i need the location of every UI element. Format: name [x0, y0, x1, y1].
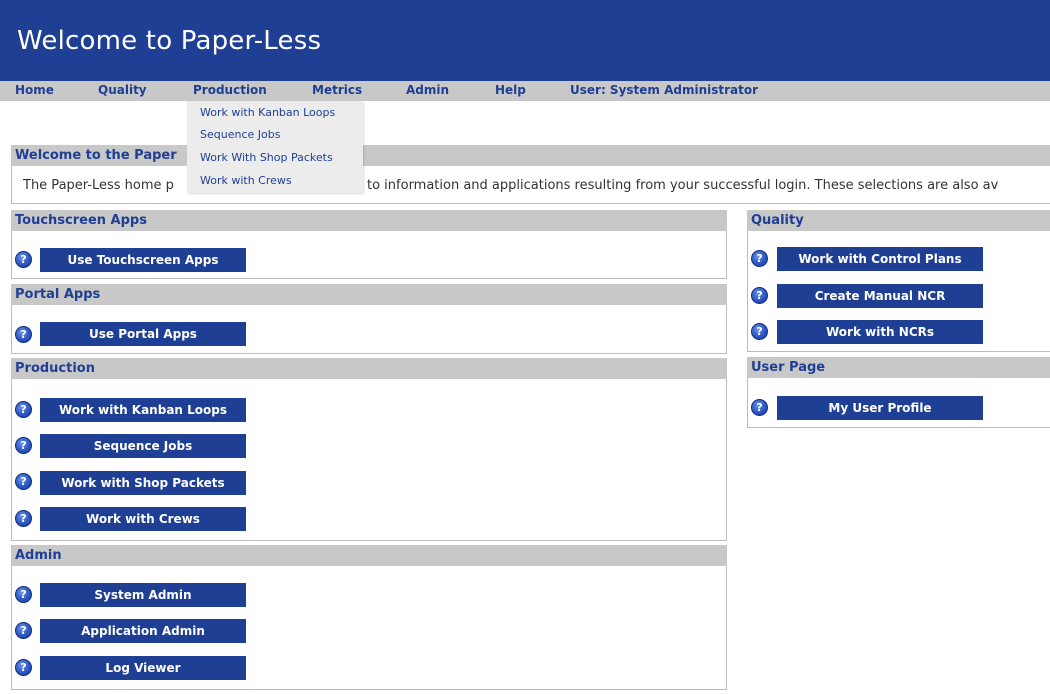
help-icon[interactable]: ? — [15, 586, 32, 603]
admin-header: Admin — [11, 545, 727, 566]
help-icon[interactable]: ? — [15, 326, 32, 343]
nav-home[interactable]: Home — [15, 81, 54, 101]
help-icon[interactable]: ? — [751, 399, 768, 416]
help-icon[interactable]: ? — [15, 251, 32, 268]
work-with-shop-packets-button[interactable]: Work with Shop Packets — [40, 471, 246, 495]
app-title: Welcome to Paper-Less — [17, 26, 322, 56]
welcome-text-end: to information and applications resultin… — [367, 178, 999, 193]
help-icon[interactable]: ? — [15, 659, 32, 676]
help-icon[interactable]: ? — [751, 287, 768, 304]
system-admin-button[interactable]: System Admin — [40, 583, 246, 607]
nav-quality[interactable]: Quality — [98, 81, 147, 101]
portal-apps-header: Portal Apps — [11, 284, 727, 305]
application-admin-button[interactable]: Application Admin — [40, 619, 246, 643]
work-with-ncrs-button[interactable]: Work with NCRs — [777, 320, 983, 344]
dropdown-item-shop-packets[interactable]: Work With Shop Packets — [200, 148, 333, 168]
use-touchscreen-apps-button[interactable]: Use Touchscreen Apps — [40, 248, 246, 272]
create-manual-ncr-button[interactable]: Create Manual NCR — [777, 284, 983, 308]
nav-metrics[interactable]: Metrics — [312, 81, 362, 101]
header-banner: Welcome to Paper-Less — [0, 0, 1050, 81]
log-viewer-button[interactable]: Log Viewer — [40, 656, 246, 680]
production-dropdown-menu: Work with Kanban Loops Sequence Jobs Wor… — [187, 101, 363, 193]
dropdown-item-crews[interactable]: Work with Crews — [200, 171, 292, 191]
touchscreen-apps-header: Touchscreen Apps — [11, 210, 727, 231]
user-label: User: System Administrator — [570, 83, 759, 97]
help-icon[interactable]: ? — [751, 323, 768, 340]
help-icon[interactable]: ? — [751, 250, 768, 267]
dropdown-item-kanban-loops[interactable]: Work with Kanban Loops — [200, 103, 335, 123]
help-icon[interactable]: ? — [15, 437, 32, 454]
sequence-jobs-button[interactable]: Sequence Jobs — [40, 434, 246, 458]
main-nav: Home Quality Production Metrics Admin He… — [0, 81, 1050, 101]
help-icon[interactable]: ? — [15, 510, 32, 527]
use-portal-apps-button[interactable]: Use Portal Apps — [40, 322, 246, 346]
production-header: Production — [11, 358, 727, 379]
dropdown-item-sequence-jobs[interactable]: Sequence Jobs — [200, 125, 280, 145]
work-with-control-plans-button[interactable]: Work with Control Plans — [777, 247, 983, 271]
my-user-profile-button[interactable]: My User Profile — [777, 396, 983, 420]
welcome-section-header: Welcome to the Paper — [11, 145, 1050, 166]
user-page-header: User Page — [747, 357, 1050, 378]
work-with-crews-button[interactable]: Work with Crews — [40, 507, 246, 531]
quality-header: Quality — [747, 210, 1050, 231]
nav-help[interactable]: Help — [495, 81, 526, 101]
work-with-kanban-loops-button[interactable]: Work with Kanban Loops — [40, 398, 246, 422]
help-icon[interactable]: ? — [15, 622, 32, 639]
help-icon[interactable]: ? — [15, 401, 32, 418]
welcome-text-start: The Paper-Less home p — [23, 178, 174, 193]
help-icon[interactable]: ? — [15, 473, 32, 490]
nav-admin[interactable]: Admin — [406, 81, 449, 101]
nav-production[interactable]: Production — [193, 81, 267, 101]
